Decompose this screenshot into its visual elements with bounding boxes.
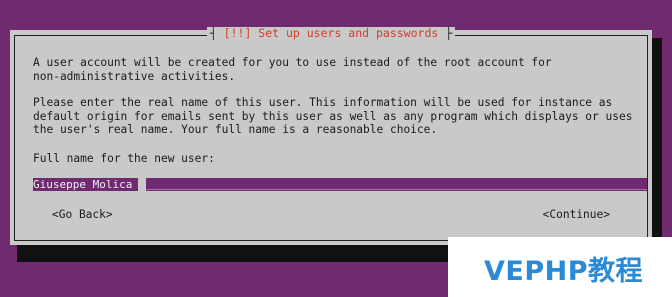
full-name-field[interactable]: Giuseppe Molica: [33, 178, 647, 191]
full-name-value[interactable]: Giuseppe Molica: [33, 178, 135, 191]
field-label: Full name for the new user:: [33, 152, 215, 165]
dialog-title: [!!] Set up users and passwords: [223, 26, 439, 40]
installer-dialog: ┤ [!!] Set up users and passwords ├ A us…: [10, 27, 652, 245]
continue-button[interactable]: <Continue>: [543, 208, 610, 221]
field-underline: [146, 189, 647, 190]
instruction-paragraph: Please enter the real name of this user.…: [33, 96, 633, 136]
title-left-bracket: ┤: [209, 26, 224, 40]
go-back-button[interactable]: <Go Back>: [52, 208, 113, 221]
title-right-bracket: ├: [438, 26, 453, 40]
watermark-text: VEPHP教程: [484, 256, 644, 287]
watermark: VEPHP教程: [448, 237, 672, 297]
dialog-title-container: ┤ [!!] Set up users and passwords ├: [206, 26, 456, 40]
text-cursor: [138, 178, 146, 191]
intro-paragraph: A user account will be created for you t…: [33, 56, 552, 83]
dialog-title-bar: ┤ [!!] Set up users and passwords ├: [10, 27, 652, 39]
